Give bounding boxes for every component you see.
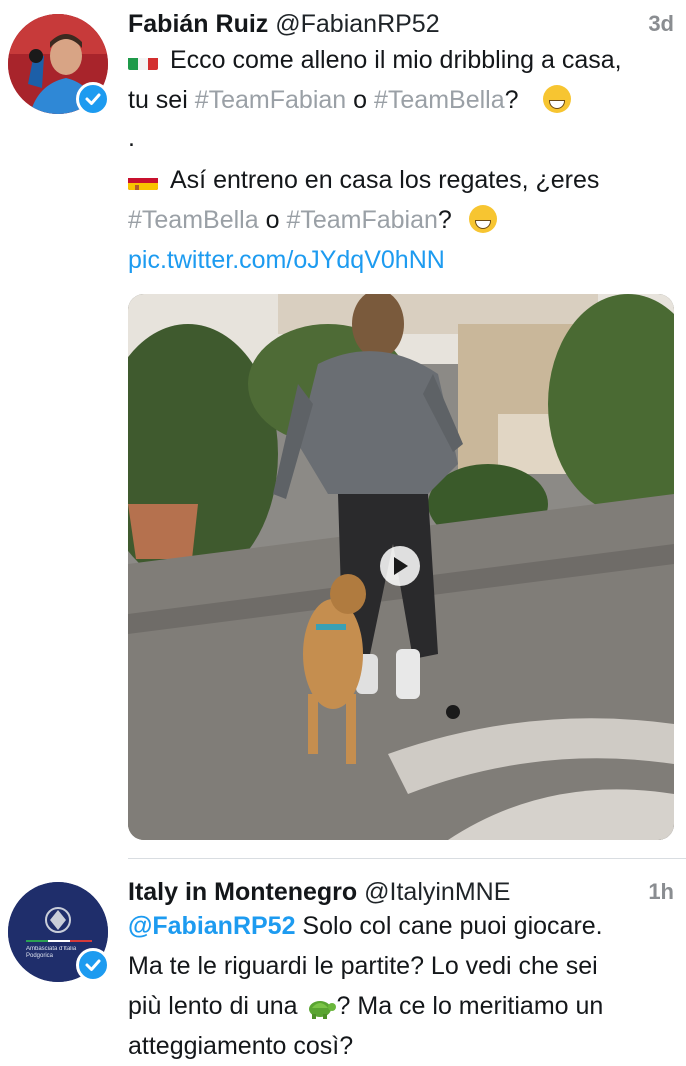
tweet-dot: . xyxy=(128,124,135,152)
tweet-text: più lento di una xyxy=(128,992,305,1020)
tweet-text: ? Ma ce lo meritiamo un xyxy=(336,992,604,1020)
verified-badge-icon xyxy=(76,948,110,982)
tweet-header: Fabián Ruiz @FabianRP52 3d xyxy=(128,4,686,44)
author-name[interactable]: Italy in Montenegro xyxy=(128,878,357,906)
spain-flag-icon xyxy=(128,170,158,190)
tweet-link-line: pic.twitter.com/oJYdqV0hNN xyxy=(128,240,686,280)
hashtag-teamfabian[interactable]: #TeamFabian xyxy=(286,206,437,234)
verified-badge-icon xyxy=(76,82,110,116)
tweet-text: Así entreno en casa los regates, ¿eres xyxy=(170,166,600,194)
author-handle[interactable]: @FabianRP52 xyxy=(275,10,439,38)
tweet-text-line-1: Ecco come alleno il mio dribbling a casa… xyxy=(128,40,686,80)
grinning-face-emoji xyxy=(543,85,572,113)
tweet-text-line-1: @FabianRP52 Solo col cane puoi giocare. xyxy=(128,906,686,946)
tweet-time[interactable]: 3d xyxy=(648,4,674,44)
tweet-text-line-3: Así entreno en casa los regates, ¿eres xyxy=(128,160,686,200)
tweet-text: Solo col cane puoi giocare. xyxy=(295,912,603,940)
play-button[interactable] xyxy=(380,546,420,586)
tweet-text: tu sei xyxy=(128,86,195,114)
hashtag-teambella[interactable]: #TeamBella xyxy=(128,206,259,234)
mention-fabianrp52[interactable]: @FabianRP52 xyxy=(128,912,295,940)
italy-flag-icon xyxy=(128,50,158,70)
tweet-text-line-2: tu sei #TeamFabian o #TeamBella? xyxy=(128,80,686,120)
tweet-text: Ecco come alleno il mio dribbling a casa… xyxy=(170,46,622,74)
tweet-text-line-4: atteggiamento così? xyxy=(128,1032,354,1060)
media-link[interactable]: pic.twitter.com/oJYdqV0hNN xyxy=(128,246,445,274)
tweet-text-line-2: Ma te le riguardi le partite? Lo vedi ch… xyxy=(128,952,598,980)
grinning-face-emoji xyxy=(468,205,497,233)
tweet-divider xyxy=(128,858,686,859)
tweet-fabian-ruiz[interactable]: Fabián Ruiz @FabianRP52 3d Ecco come all… xyxy=(0,0,686,859)
author-name[interactable]: Fabián Ruiz xyxy=(128,10,268,38)
hashtag-teambella[interactable]: #TeamBella xyxy=(374,86,505,114)
hashtag-teamfabian[interactable]: #TeamFabian xyxy=(195,86,346,114)
author-handle[interactable]: @ItalyinMNE xyxy=(364,878,510,906)
avatar-caption: Ambasciata d'Italia Podgorica xyxy=(26,946,77,959)
tweet-text: o xyxy=(258,206,287,234)
video-thumbnail[interactable] xyxy=(128,294,674,840)
tweet-text: ? xyxy=(504,86,519,114)
play-icon xyxy=(394,557,408,575)
tweet-text-line-4: #TeamBella o #TeamFabian? xyxy=(128,200,686,240)
tweet-text: ? xyxy=(437,206,452,234)
tweet-text: o xyxy=(346,86,374,114)
